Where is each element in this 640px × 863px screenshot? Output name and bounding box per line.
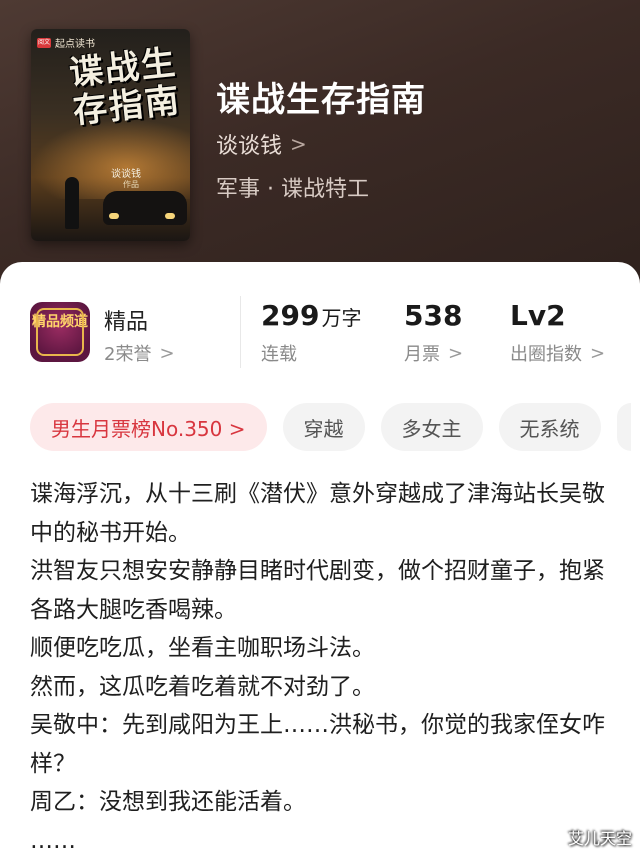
- word-count-unit: 万字: [321, 306, 362, 330]
- tag-chips: 男生月票榜No.350 > 穿越 多女主 无系统: [30, 403, 640, 451]
- honors-count: 2荣誉: [104, 344, 152, 365]
- honors-link[interactable]: 2荣誉 >: [104, 340, 175, 366]
- quality-label: 精品: [104, 310, 149, 335]
- chevron-right-icon: >: [159, 342, 175, 364]
- influence-index-label: 出圈指数: [510, 344, 582, 365]
- word-count-value: 299: [261, 299, 320, 332]
- book-synopsis[interactable]: 谍海浮沉，从十三刷《潜伏》意外穿越成了津海站长吴敬中的秘书开始。 洪智友只想安安…: [30, 475, 610, 860]
- tag-chip-time-travel[interactable]: 穿越: [282, 403, 365, 451]
- stats-divider: [240, 296, 241, 368]
- tag-chip-multi-heroines[interactable]: 多女主: [380, 403, 483, 451]
- monthly-votes-value: 538: [404, 299, 463, 332]
- cover-brand: 阅文 起点读书: [37, 35, 95, 50]
- quality-badge-icon[interactable]: 精品频道: [30, 302, 90, 362]
- word-count: 299 万字: [261, 299, 361, 332]
- chevron-right-icon: >: [590, 342, 606, 364]
- author-link[interactable]: 谈谈钱 >: [216, 128, 307, 160]
- chevron-right-icon: >: [448, 342, 464, 364]
- influence-index-link[interactable]: 出圈指数 >: [510, 340, 605, 366]
- ranking-chip[interactable]: 男生月票榜No.350 >: [30, 403, 267, 451]
- cover-author-suffix: 作品: [123, 180, 139, 189]
- cover-title: 谍战生存指南: [67, 42, 183, 132]
- chevron-right-icon: >: [290, 132, 307, 156]
- tag-chip-no-system[interactable]: 无系统: [498, 403, 601, 451]
- cover-brand-text: 起点读书: [55, 39, 95, 50]
- synopsis-line: 然而，这瓜吃着吃着就不对劲了。: [30, 673, 375, 700]
- serial-status: 连载: [261, 344, 297, 365]
- synopsis-line: 洪智友只想安安静静目睹时代剧变，做个招财童子，抱紧各路大腿吃香喝辣。: [30, 558, 605, 623]
- publisher-logo-icon: 阅文: [37, 37, 51, 48]
- status-label: 连载: [261, 340, 297, 366]
- cover-figure: [65, 177, 79, 229]
- tag-chip-overflow[interactable]: [616, 403, 631, 451]
- cover-car: [103, 191, 187, 225]
- synopsis-line: 顺便吃吃瓜，坐看主咖职场斗法。: [30, 635, 375, 661]
- badge-text: 精品频道: [32, 314, 88, 330]
- book-info-card: 精品频道 精品 2荣誉 > 299 万字 连载 538 月票 > Lv2 出圈指数…: [0, 262, 640, 863]
- book-category: 军事 · 谍战特工: [216, 177, 369, 202]
- synopsis-line: 谍海浮沉，从十三刷《潜伏》意外穿越成了津海站长吴敬中的秘书开始。: [30, 481, 605, 546]
- monthly-votes-link[interactable]: 月票 >: [404, 340, 463, 366]
- cover-light-glow: [31, 119, 190, 199]
- cover-author: 谈谈钱: [111, 169, 141, 180]
- book-title: 谍战生存指南: [216, 80, 426, 120]
- book-header: 阅文 起点读书 谍战生存指南 谈谈钱 作品 谍战生存指南 谈谈钱 > 军事 · …: [0, 0, 640, 300]
- book-cover[interactable]: 阅文 起点读书 谍战生存指南 谈谈钱 作品: [31, 29, 190, 241]
- author-name: 谈谈钱: [216, 134, 283, 159]
- synopsis-line: 吴敬中：先到咸阳为王上……洪秘书，你觉的我家侄女咋样？: [30, 712, 605, 777]
- monthly-votes-label: 月票: [404, 344, 440, 365]
- synopsis-line: ……: [30, 827, 76, 854]
- synopsis-line: 周乙：没想到我还能活着。: [30, 789, 306, 815]
- influence-level-value: Lv2: [510, 299, 566, 332]
- watermark: 艾儿天空: [567, 829, 632, 848]
